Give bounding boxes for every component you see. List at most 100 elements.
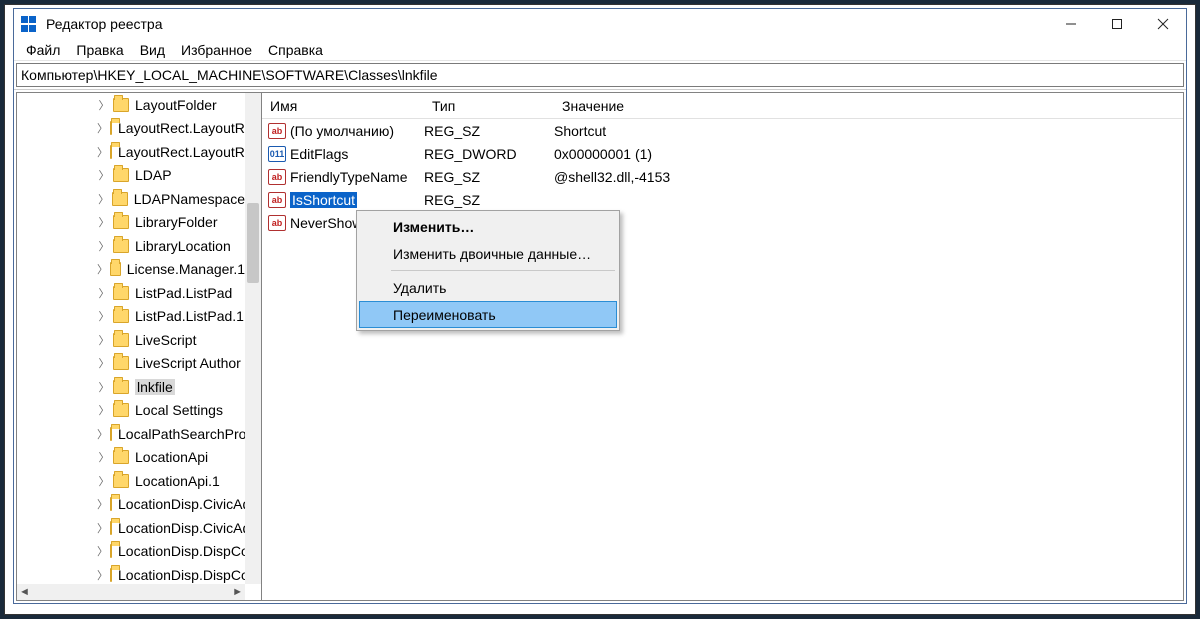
tree-item[interactable]: 〉 LocationDisp.DispCoordinate xyxy=(17,563,245,584)
value-row[interactable]: ab(По умолчанию)REG_SZShortcut xyxy=(262,119,1183,142)
ctx-modify[interactable]: Изменить… xyxy=(359,213,617,240)
tree-vscrollbar[interactable] xyxy=(245,93,261,584)
tree-item-label: LiveScript Author xyxy=(135,355,241,371)
expand-icon[interactable]: 〉 xyxy=(97,379,111,395)
value-name: IsShortcut xyxy=(290,192,424,208)
tree-item[interactable]: 〉 LayoutFolder xyxy=(17,93,245,117)
menu-favorites[interactable]: Избранное xyxy=(173,42,260,58)
tree-pane: 〉 LayoutFolder 〉LayoutRect.LayoutRect〉Layo… xyxy=(16,92,262,601)
tree-item[interactable]: 〉LibraryFolder xyxy=(17,211,245,235)
folder-icon xyxy=(110,497,112,511)
expand-icon[interactable]: 〉 xyxy=(97,332,111,348)
tree-item[interactable]: 〉LocationDisp.DispCoordinate xyxy=(17,540,245,564)
tree-item[interactable]: 〉ListPad.ListPad.1 xyxy=(17,305,245,329)
folder-icon xyxy=(110,427,112,441)
tree-item[interactable]: 〉 LiveScript Author xyxy=(17,352,245,376)
folder-icon xyxy=(110,568,112,582)
title-bar[interactable]: Редактор реестра xyxy=(14,9,1186,39)
tree-item-label: LDAPNamespace xyxy=(134,191,245,207)
tree-item[interactable]: 〉License.Manager.1 xyxy=(17,258,245,282)
value-row[interactable]: abFriendlyTypeNameREG_SZ@shell32.dll,-41… xyxy=(262,165,1183,188)
tree-hscrollbar[interactable]: ◄► xyxy=(17,584,245,600)
folder-icon xyxy=(110,262,121,276)
expand-icon[interactable]: 〉 xyxy=(97,355,111,371)
value-type-icon: ab xyxy=(268,215,286,231)
tree-item[interactable]: 〉LocationApi.1 xyxy=(17,469,245,493)
folder-icon xyxy=(113,286,129,300)
value-row[interactable]: 011EditFlagsREG_DWORD0x00000001 (1) xyxy=(262,142,1183,165)
tree-item[interactable]: 〉lnkfile xyxy=(17,375,245,399)
menu-bar: Файл Правка Вид Избранное Справка xyxy=(14,39,1186,61)
ctx-delete[interactable]: Удалить xyxy=(359,274,617,301)
menu-view[interactable]: Вид xyxy=(132,42,173,58)
expand-icon[interactable]: 〉 xyxy=(97,426,108,442)
tree-item[interactable]: 〉 LDAPNamespace xyxy=(17,187,245,211)
value-name: FriendlyTypeName xyxy=(290,169,424,185)
folder-icon xyxy=(113,403,129,417)
expand-icon[interactable]: 〉 xyxy=(97,261,108,277)
expand-icon[interactable]: 〉 xyxy=(97,97,111,113)
menu-edit[interactable]: Правка xyxy=(68,42,131,58)
column-value[interactable]: Значение xyxy=(554,98,1183,114)
expand-icon[interactable]: 〉 xyxy=(97,285,111,301)
address-bar[interactable]: Компьютер\HKEY_LOCAL_MACHINE\SOFTWARE\Cl… xyxy=(16,63,1184,87)
menu-help[interactable]: Справка xyxy=(260,42,331,58)
tree-item[interactable]: 〉LayoutRect.LayoutRect xyxy=(17,140,245,164)
minimize-button[interactable] xyxy=(1048,9,1094,39)
expand-icon[interactable]: 〉 xyxy=(97,120,108,136)
folder-icon xyxy=(110,544,112,558)
value-type: REG_SZ xyxy=(424,123,554,139)
close-button[interactable] xyxy=(1140,9,1186,39)
column-name[interactable]: Имя xyxy=(262,98,424,114)
tree-item[interactable]: 〉LayoutRect.LayoutRect xyxy=(17,117,245,141)
expand-icon[interactable]: 〉 xyxy=(97,496,108,512)
tree-item[interactable]: 〉LocationApi xyxy=(17,446,245,470)
tree-item[interactable]: 〉LibraryLocation xyxy=(17,234,245,258)
tree-item-label: LocalPathSearchProvider xyxy=(118,426,245,442)
ctx-modify-binary[interactable]: Изменить двоичные данные… xyxy=(359,240,617,267)
value-type-icon: ab xyxy=(268,123,286,139)
tree-item-label: LocationDisp.CivicAddress xyxy=(118,520,245,536)
expand-icon[interactable]: 〉 xyxy=(97,144,108,160)
values-pane: Имя Тип Значение ab(По умолчанию)REG_SZS… xyxy=(262,92,1184,601)
expand-icon[interactable]: 〉 xyxy=(97,214,111,230)
menu-file[interactable]: Файл xyxy=(18,42,68,58)
tree-item[interactable]: 〉 LocationDisp.CivicAddress xyxy=(17,516,245,540)
tree-item-label: LayoutFolder xyxy=(135,97,217,113)
expand-icon[interactable]: 〉 xyxy=(97,402,111,418)
expand-icon[interactable]: 〉 xyxy=(97,520,108,536)
folder-icon xyxy=(113,333,129,347)
value-type-icon: ab xyxy=(268,169,286,185)
tree-item[interactable]: 〉ListPad.ListPad xyxy=(17,281,245,305)
column-type[interactable]: Тип xyxy=(424,98,554,114)
tree-item[interactable]: 〉LocationDisp.CivicAddress xyxy=(17,493,245,517)
tree-item[interactable]: 〉LDAP xyxy=(17,164,245,188)
expand-icon[interactable]: 〉 xyxy=(97,449,111,465)
folder-icon xyxy=(113,168,129,182)
folder-icon xyxy=(113,356,129,370)
folder-icon xyxy=(113,450,129,464)
value-row[interactable]: abIsShortcutREG_SZ xyxy=(262,188,1183,211)
value-name: EditFlags xyxy=(290,146,424,162)
scroll-right-icon[interactable]: ► xyxy=(232,586,243,598)
expand-icon[interactable]: 〉 xyxy=(97,543,108,559)
folder-icon xyxy=(113,309,129,323)
folder-icon xyxy=(110,121,112,135)
tree-item[interactable]: 〉 LiveScript xyxy=(17,328,245,352)
maximize-button[interactable] xyxy=(1094,9,1140,39)
ctx-rename[interactable]: Переименовать xyxy=(359,301,617,328)
tree-item[interactable]: 〉 LocalPathSearchProvider xyxy=(17,422,245,446)
tree-item-label: LocationDisp.DispCoordinate xyxy=(118,567,245,583)
expand-icon[interactable]: 〉 xyxy=(97,167,111,183)
scrollbar-thumb[interactable] xyxy=(247,203,259,283)
expand-icon[interactable]: 〉 xyxy=(97,191,110,207)
scroll-left-icon[interactable]: ◄ xyxy=(19,586,30,598)
value-name: (По умолчанию) xyxy=(290,123,424,139)
value-type-icon: 011 xyxy=(268,146,286,162)
tree-item-label: LiveScript xyxy=(135,332,196,348)
expand-icon[interactable]: 〉 xyxy=(97,567,108,583)
expand-icon[interactable]: 〉 xyxy=(97,473,111,489)
expand-icon[interactable]: 〉 xyxy=(97,238,111,254)
tree-item[interactable]: 〉Local Settings xyxy=(17,399,245,423)
expand-icon[interactable]: 〉 xyxy=(97,308,111,324)
